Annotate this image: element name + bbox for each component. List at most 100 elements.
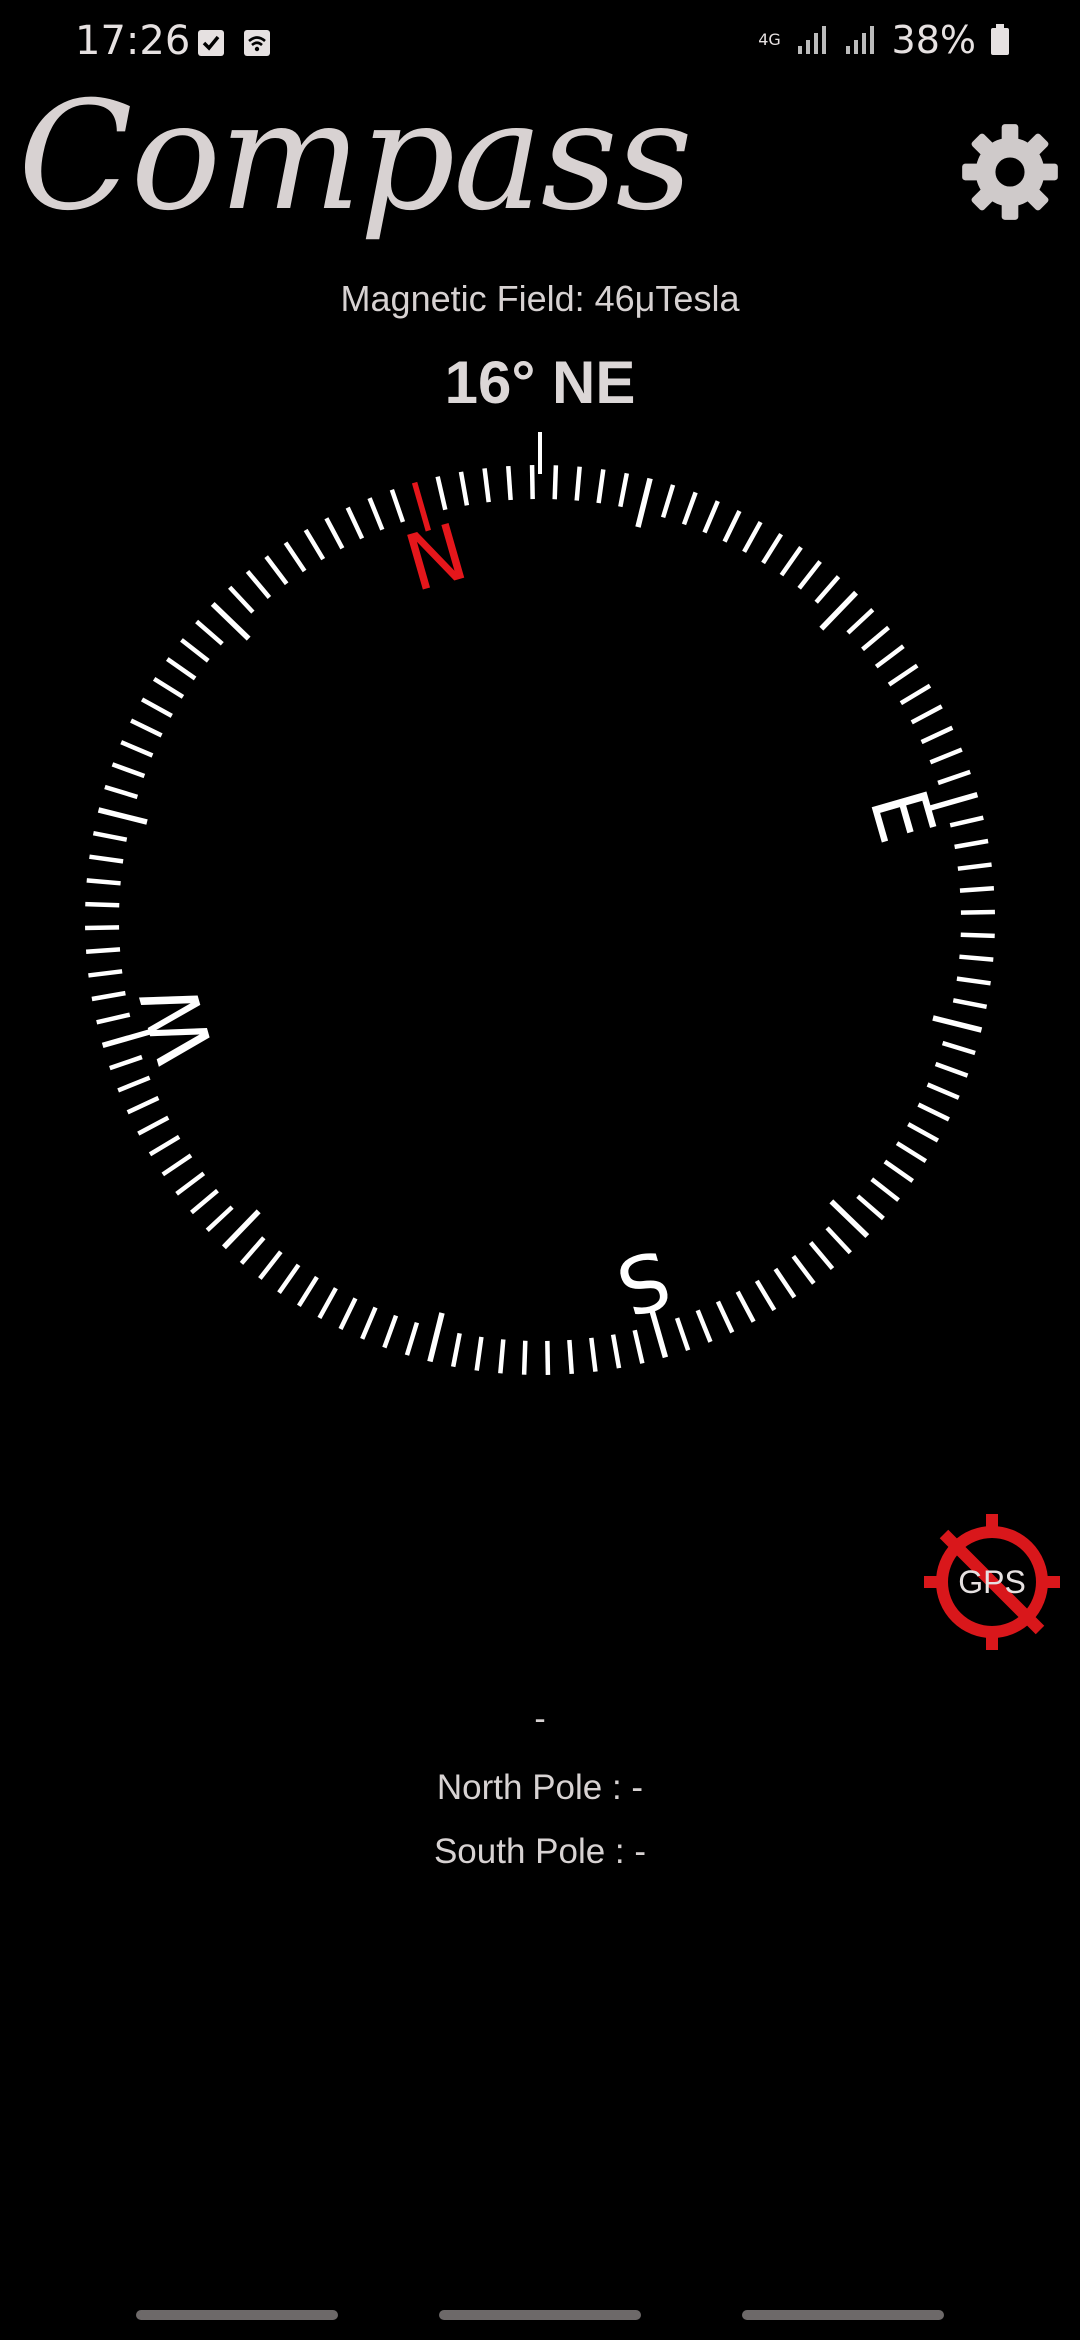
minor-tick	[632, 1329, 645, 1364]
minor-tick	[874, 644, 905, 669]
minor-tick	[702, 500, 720, 534]
minor-tick	[165, 657, 197, 681]
heading-reading: 16° NE	[444, 349, 636, 416]
minor-tick	[529, 465, 535, 500]
minor-tick	[245, 570, 272, 599]
minor-tick	[618, 472, 630, 508]
minor-tick	[85, 901, 120, 908]
cardinal-west: W	[125, 974, 233, 1073]
status-right-group: 4G 38%	[758, 18, 1010, 62]
minor-tick	[952, 998, 988, 1010]
minor-tick	[552, 465, 559, 500]
minor-tick	[175, 1171, 206, 1196]
minor-tick	[88, 969, 123, 978]
minor-tick	[360, 1306, 378, 1340]
minor-tick	[303, 528, 326, 561]
minor-tick	[920, 725, 954, 745]
minor-tick	[567, 1339, 574, 1375]
signal-icon	[797, 26, 826, 54]
minor-tick	[161, 1153, 193, 1177]
minor-tick	[498, 1339, 506, 1374]
minor-tick	[856, 1194, 885, 1221]
minor-tick	[722, 510, 742, 543]
minor-tick	[228, 585, 255, 614]
minor-tick	[120, 740, 154, 758]
minor-tick	[660, 484, 676, 519]
minor-tick	[907, 1122, 940, 1143]
gear-icon[interactable]	[958, 120, 1062, 224]
minor-tick	[205, 1205, 234, 1232]
minor-tick	[681, 491, 698, 526]
major-tick	[97, 807, 148, 825]
major-tick	[819, 590, 859, 631]
minor-tick	[574, 466, 582, 501]
minor-tick	[258, 1250, 283, 1280]
compass-rotor: N E S W	[85, 465, 995, 1375]
battery-percent: 38%	[891, 18, 976, 62]
minor-tick	[324, 517, 345, 550]
magnetic-field-reading: Magnetic Field: 46μTesla	[340, 278, 740, 319]
minor-tick	[861, 625, 890, 652]
minor-tick	[589, 1337, 598, 1372]
minor-tick	[190, 1188, 219, 1215]
gps-disabled-button[interactable]: GPS	[922, 1512, 1062, 1652]
minor-tick	[474, 1336, 484, 1371]
minor-tick	[674, 1317, 691, 1351]
minor-tick	[458, 471, 470, 506]
major-tick	[427, 1312, 445, 1363]
minor-tick	[195, 619, 224, 646]
major-tick	[635, 477, 653, 528]
minor-tick	[277, 1263, 301, 1295]
minor-tick	[959, 954, 994, 962]
minor-tick	[521, 1340, 528, 1375]
minor-tick	[887, 663, 919, 687]
minor-tick	[130, 718, 163, 738]
minor-tick	[791, 1254, 816, 1285]
minor-tick	[85, 947, 121, 954]
minor-tick	[117, 1075, 151, 1093]
major-tick	[221, 1209, 261, 1250]
minor-tick	[85, 925, 120, 931]
major-tick	[210, 601, 251, 641]
minor-tick	[715, 1300, 735, 1334]
north-pole-reading: North Pole : -	[436, 1768, 644, 1807]
compass-dial: N E S W	[85, 432, 995, 1375]
compass-ticks	[85, 465, 995, 1375]
minor-tick	[779, 545, 803, 577]
minor-tick	[797, 560, 822, 590]
minor-tick	[808, 1241, 835, 1270]
minor-tick	[111, 762, 146, 779]
minor-tick	[91, 990, 126, 1002]
minor-tick	[545, 1340, 551, 1375]
minor-tick	[89, 854, 124, 864]
minor-tick	[754, 1279, 777, 1312]
south-pole-reading: South Pole : -	[433, 1832, 647, 1871]
minor-tick	[345, 506, 365, 540]
nav-gesture-bar[interactable]	[439, 2310, 641, 2320]
minor-tick	[773, 1267, 797, 1299]
nav-gesture-bar[interactable]	[136, 2310, 338, 2320]
minor-tick	[957, 862, 992, 871]
minor-tick	[899, 683, 932, 706]
minor-tick	[283, 541, 307, 573]
minor-tick	[506, 465, 513, 501]
wifi-icon	[244, 30, 270, 56]
minor-tick	[148, 1134, 181, 1157]
status-time: 17:26	[75, 18, 191, 64]
minor-tick	[695, 1309, 713, 1343]
minor-tick	[140, 697, 173, 718]
minor-tick	[137, 1115, 170, 1136]
minor-tick	[960, 932, 995, 939]
nav-gesture-bar[interactable]	[742, 2310, 944, 2320]
minor-tick	[104, 784, 139, 800]
minor-tick	[949, 815, 984, 828]
cardinal-east: E	[851, 780, 951, 852]
cardinal-north: N	[396, 507, 477, 610]
minor-tick	[239, 1236, 266, 1265]
minor-tick	[96, 1012, 131, 1025]
minor-tick	[382, 1314, 399, 1349]
minor-tick	[338, 1297, 358, 1330]
major-tick	[829, 1199, 870, 1239]
minor-tick	[86, 878, 121, 886]
minor-tick	[934, 1061, 969, 1078]
